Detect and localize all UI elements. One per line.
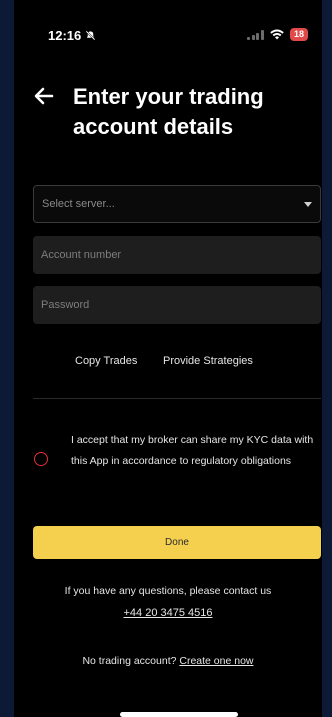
signal-icon [247, 29, 264, 40]
home-indicator [120, 712, 238, 717]
contact-phone-link[interactable]: +44 20 3475 4516 [14, 607, 322, 619]
done-button[interactable]: Done [33, 526, 321, 559]
server-select[interactable]: Select server... [33, 185, 321, 223]
kyc-consent-text: I accept that my broker can share my KYC… [71, 434, 314, 467]
status-icons: 18 [247, 28, 308, 41]
divider [33, 398, 321, 399]
status-time-group: 12:16 [48, 28, 96, 43]
caret-down-icon [304, 202, 312, 207]
copy-trades-link[interactable]: Copy Trades [75, 355, 137, 367]
password-input[interactable]: Password [33, 286, 321, 324]
contact-text: If you have any questions, please contac… [64, 585, 272, 597]
account-number-input[interactable]: Account number [33, 236, 321, 274]
bell-slash-icon [85, 30, 96, 41]
provide-strategies-link[interactable]: Provide Strategies [163, 355, 253, 367]
password-placeholder: Password [41, 299, 90, 311]
battery-icon: 18 [289, 28, 308, 41]
page-title: Enter your trading account details [73, 84, 264, 139]
no-account-row: No trading account? Create one now [14, 655, 322, 667]
kyc-consent-radio[interactable] [34, 452, 48, 466]
phone-screen: 12:16 18 Enter your trading account deta… [14, 0, 322, 717]
status-time: 12:16 [48, 28, 82, 43]
status-bar: 12:16 18 [14, 24, 322, 48]
account-number-placeholder: Account number [41, 249, 122, 261]
server-select-placeholder: Select server... [42, 198, 115, 210]
no-account-text: No trading account? [82, 655, 177, 667]
create-account-link[interactable]: Create one now [179, 655, 253, 667]
arrow-left-icon[interactable] [32, 84, 56, 108]
wifi-icon [270, 29, 284, 40]
